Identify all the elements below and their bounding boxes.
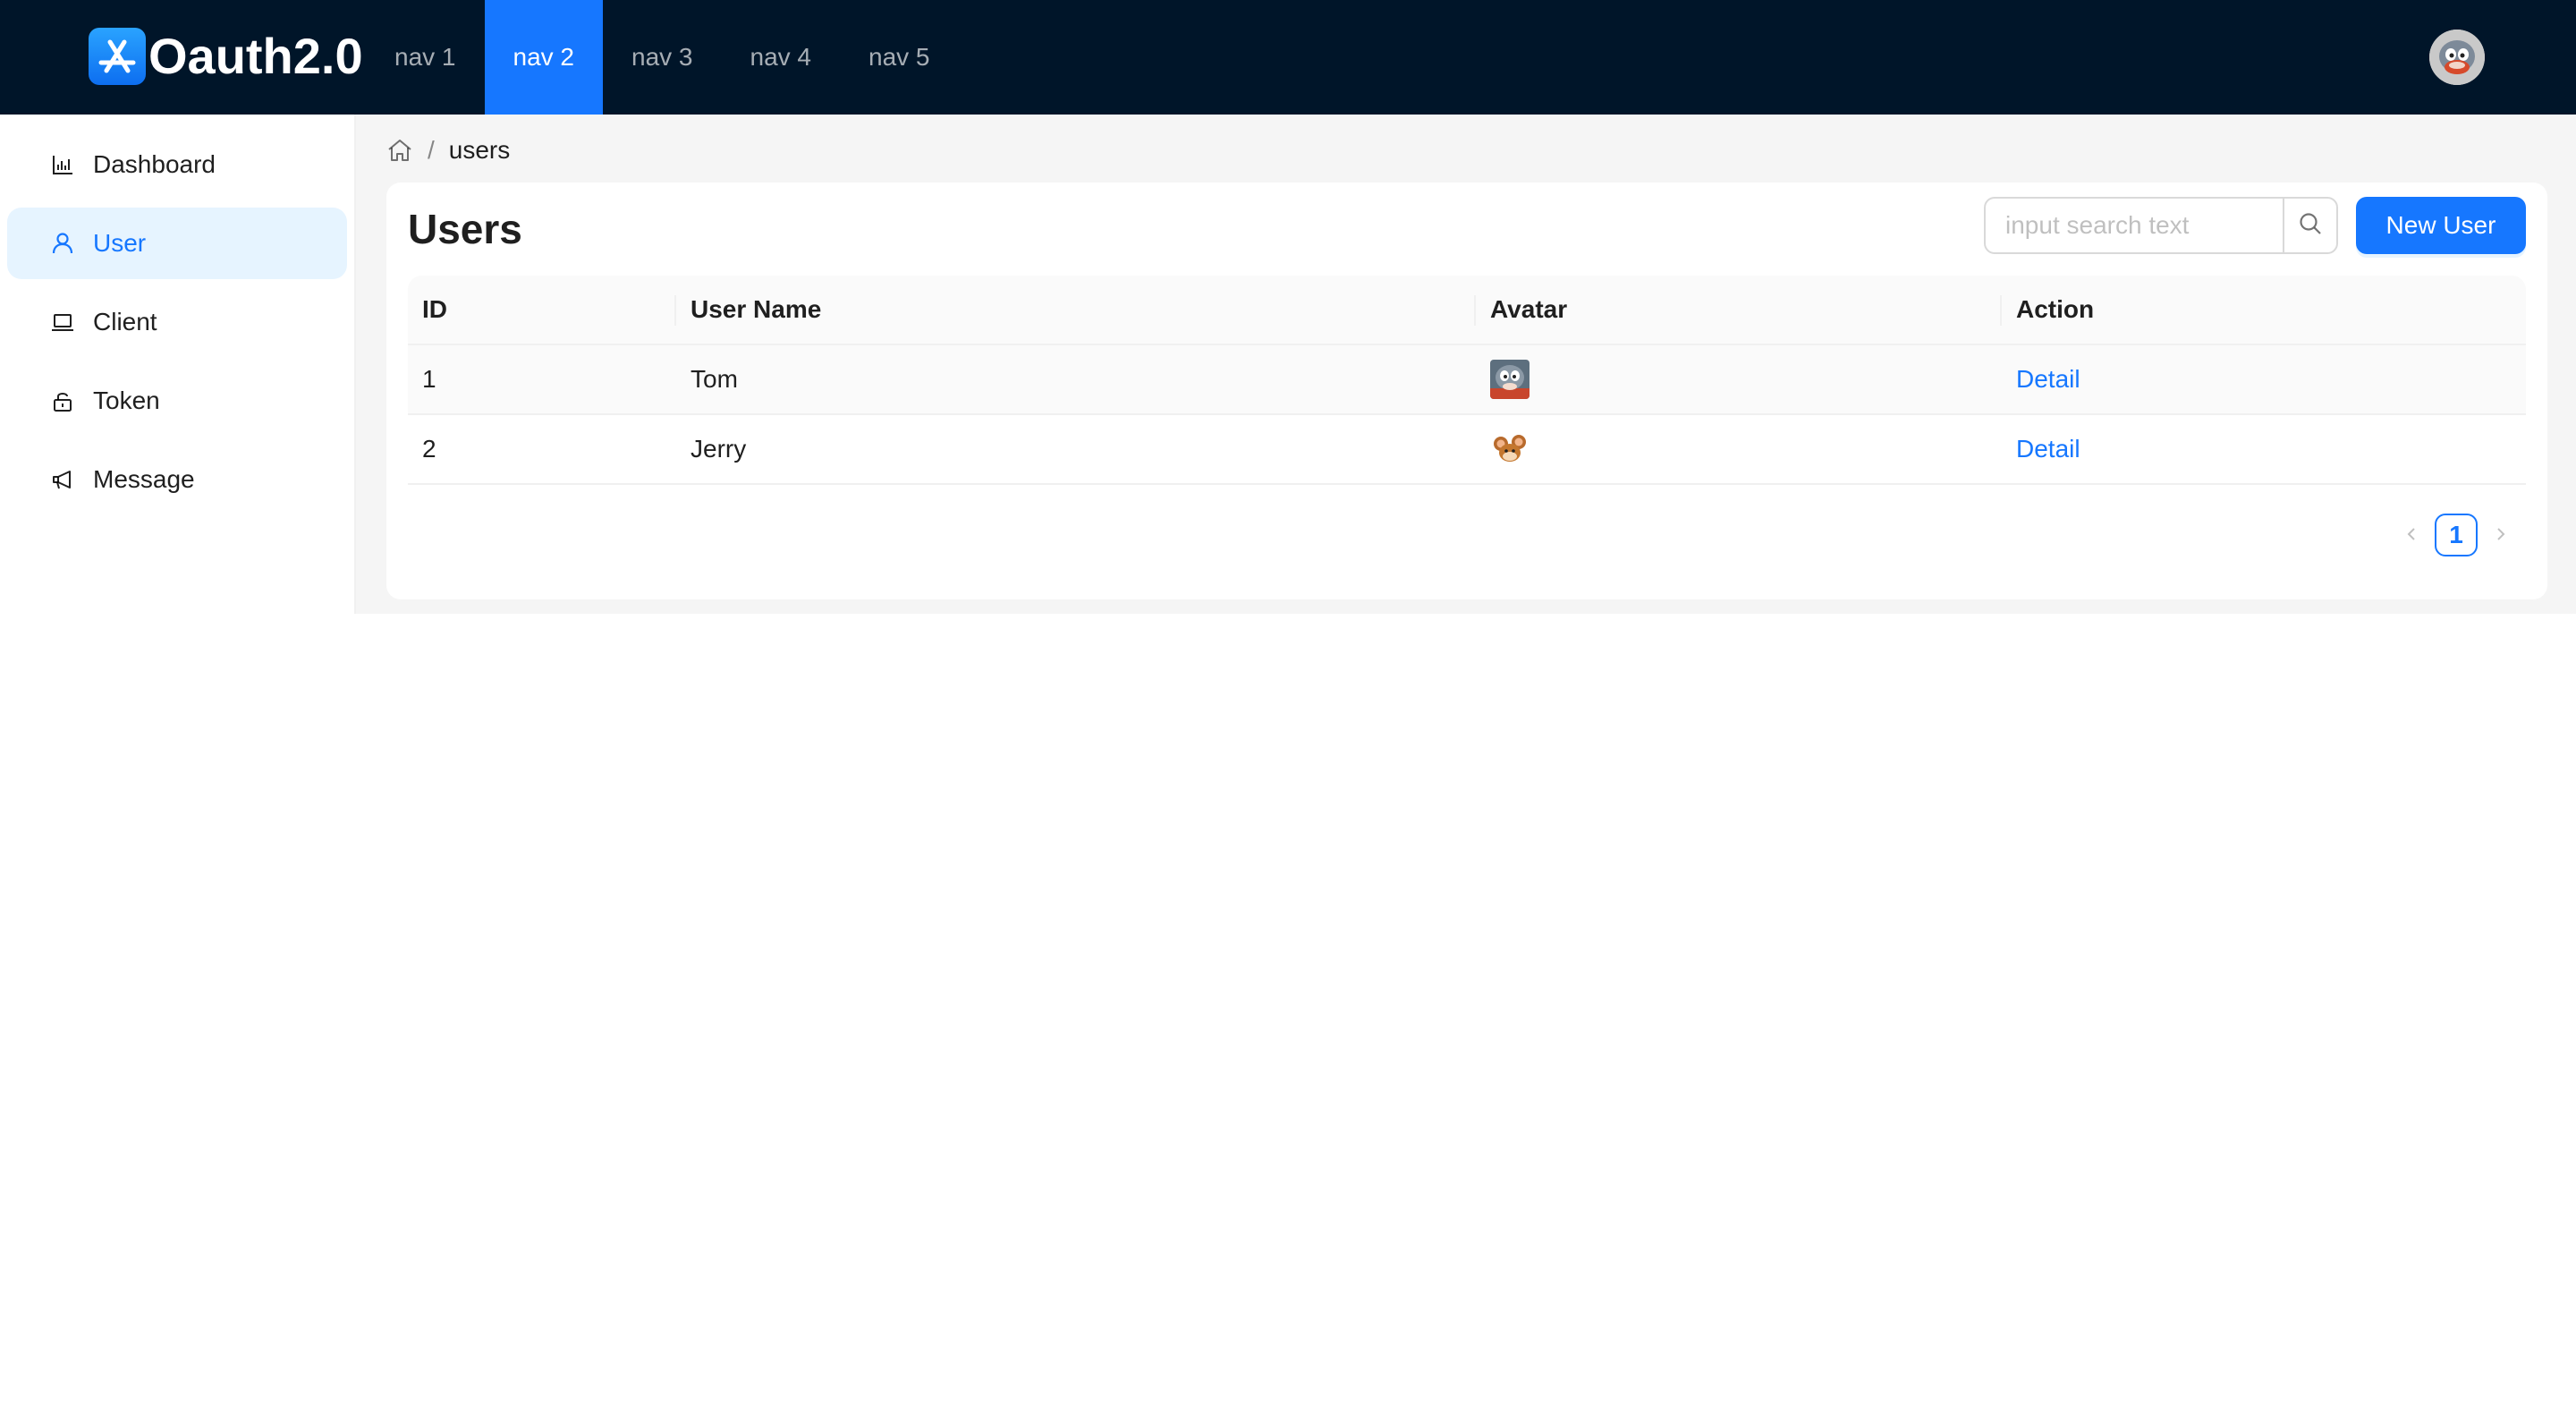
cell-user-name: Tom — [676, 345, 1476, 415]
nav-item-4[interactable]: nav 4 — [722, 0, 841, 115]
jerry-avatar — [1490, 429, 1530, 469]
new-user-button[interactable]: New User — [2356, 197, 2526, 254]
megaphone-icon — [50, 467, 75, 492]
breadcrumb-current: users — [448, 136, 511, 164]
cell-action: Detail — [2002, 345, 2526, 415]
pagination-page-1[interactable]: 1 — [2435, 514, 2478, 556]
cell-action: Detail — [2002, 415, 2526, 485]
nav-item-2[interactable]: nav 2 — [484, 0, 603, 115]
sidebar-item-dashboard[interactable]: Dashboard — [7, 129, 347, 200]
chevron-right-icon — [2492, 522, 2510, 549]
sidebar-item-client[interactable]: Client — [7, 286, 347, 358]
sidebar-item-label: Dashboard — [93, 150, 216, 178]
search-icon — [2297, 210, 2324, 242]
top-nav: nav 1 nav 2 nav 3 nav 4 nav 5 — [366, 0, 959, 115]
sidebar-item-label: Token — [93, 386, 160, 414]
column-header-action: Action — [2002, 276, 2526, 345]
table-header-row: ID User Name Avatar Action — [408, 276, 2526, 345]
nav-item-5[interactable]: nav 5 — [840, 0, 959, 115]
bar-chart-icon — [50, 152, 75, 177]
app-title: Oauth2.0 — [148, 28, 363, 84]
cell-avatar — [1476, 345, 2002, 415]
cell-id: 2 — [408, 415, 676, 485]
cell-user-name: Jerry — [676, 415, 1476, 485]
nav-item-3[interactable]: nav 3 — [603, 0, 722, 115]
column-header-avatar: Avatar — [1476, 276, 2002, 345]
breadcrumb: / users — [386, 132, 510, 168]
column-header-id: ID — [408, 276, 676, 345]
sidebar-item-label: Message — [93, 465, 195, 493]
chevron-left-icon — [2402, 522, 2420, 549]
cell-avatar — [1476, 415, 2002, 485]
sidebar-item-message[interactable]: Message — [7, 444, 347, 515]
breadcrumb-separator: / — [428, 136, 435, 164]
laptop-icon — [50, 310, 75, 335]
app-store-icon — [89, 28, 146, 85]
sidebar: Dashboard User Client Token Message — [0, 115, 356, 614]
search-input[interactable] — [1984, 197, 2283, 254]
column-header-user-name: User Name — [676, 276, 1476, 345]
users-table: ID User Name Avatar Action 1 Tom Detail … — [408, 276, 2526, 485]
pagination: 1 — [2390, 514, 2522, 556]
search-button[interactable] — [2283, 197, 2338, 254]
top-header: Oauth2.0 nav 1 nav 2 nav 3 nav 4 nav 5 — [0, 0, 2576, 115]
pagination-next-button[interactable] — [2479, 514, 2522, 556]
home-icon[interactable] — [386, 137, 413, 164]
cell-id: 1 — [408, 345, 676, 415]
sidebar-item-user[interactable]: User — [7, 208, 347, 279]
detail-link[interactable]: Detail — [2016, 365, 2080, 393]
sidebar-item-token[interactable]: Token — [7, 365, 347, 437]
table-row: 2 Jerry Detail — [408, 415, 2526, 485]
user-icon — [50, 231, 75, 256]
users-card: Users New User ID User Name Avatar Actio… — [386, 183, 2547, 599]
sidebar-item-label: User — [93, 229, 147, 257]
sidebar-item-label: Client — [93, 308, 157, 336]
unlock-icon — [50, 388, 75, 413]
pagination-prev-button[interactable] — [2390, 514, 2433, 556]
nav-item-1[interactable]: nav 1 — [366, 0, 485, 115]
detail-link[interactable]: Detail — [2016, 435, 2080, 463]
user-avatar[interactable] — [2429, 30, 2485, 85]
table-row: 1 Tom Detail — [408, 345, 2526, 415]
search-box — [1984, 197, 2338, 254]
tom-avatar — [1490, 360, 1530, 399]
app-logo[interactable]: Oauth2.0 — [89, 28, 363, 85]
page-title: Users — [408, 206, 522, 252]
